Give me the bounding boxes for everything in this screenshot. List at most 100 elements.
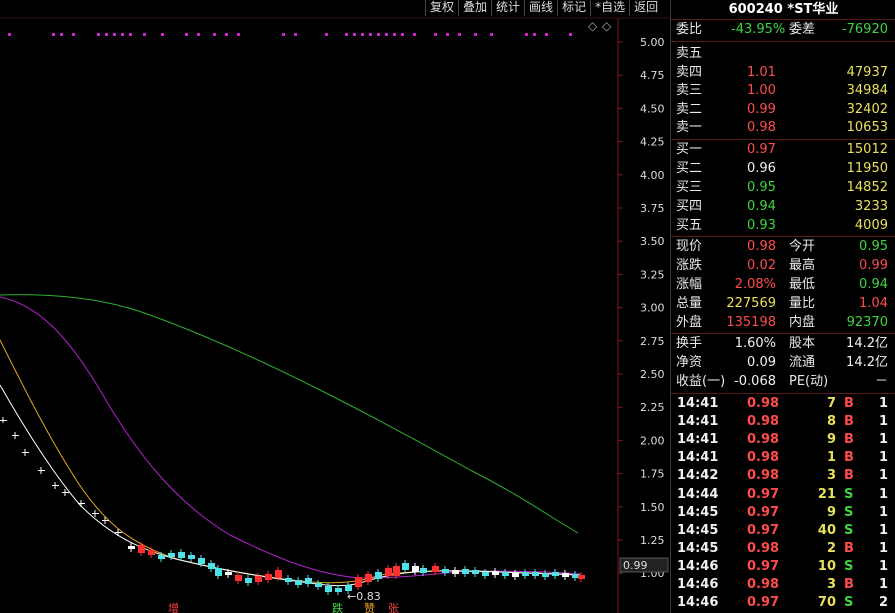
- purple-dot: [353, 33, 356, 36]
- y-tick-label: 3.50: [640, 235, 665, 248]
- toolbar-btn-2[interactable]: 统计: [491, 0, 524, 16]
- purple-dot: [393, 33, 396, 36]
- book-label: 买二: [676, 161, 703, 176]
- candle: [552, 572, 559, 576]
- tick-row: 14:46 0.97 10 S 1: [677, 558, 888, 574]
- candle: [275, 570, 282, 578]
- candle: [255, 576, 262, 582]
- stat2-row: 净资 0.09 流通 14.2亿: [676, 355, 888, 370]
- purple-dot: [401, 33, 404, 36]
- purple-dot: [345, 33, 348, 36]
- candle: [178, 552, 185, 558]
- book-label: 买三: [676, 180, 703, 195]
- purple-dot: [225, 33, 228, 36]
- book-label: 卖一: [676, 120, 703, 136]
- book-price: 0.95: [747, 180, 776, 195]
- y-tick-label: 1.75: [640, 468, 665, 481]
- book-volume: 4009: [854, 218, 888, 233]
- tick-row: 14:44 0.97 21 S 1: [677, 486, 888, 502]
- purple-dot: [105, 33, 108, 36]
- tick-row: 14:45 0.97 40 S 1: [677, 522, 888, 538]
- book-price: 0.99: [747, 101, 776, 117]
- book-price: 0.98: [747, 120, 776, 136]
- weibi-row: 委比 -43.95% 委差 -76920: [676, 22, 888, 37]
- quote-panel: 600240 *ST华业 委比 -43.95% 委差 -76920 卖五 卖四 1.…: [670, 0, 895, 613]
- tick-row: 14:46 0.98 3 B 1: [677, 577, 888, 592]
- purple-dot: [72, 33, 75, 36]
- purple-dot: [413, 33, 416, 36]
- purple-dot: [294, 33, 297, 36]
- book-volume: 32402: [846, 101, 888, 117]
- toolbar-btn-4[interactable]: 标记: [557, 0, 590, 16]
- kline-chart[interactable]: 5.00 4.75 4.50 4.25 4.00 3.75 3.50 3.25 3.00 2.75…: [0, 0, 670, 613]
- candle: [522, 572, 529, 576]
- bottom-tag: 赞: [364, 602, 375, 613]
- toolbar-btn-0[interactable]: 复权: [425, 0, 458, 16]
- purple-dot: [474, 33, 477, 36]
- book-volume: 15012: [846, 142, 888, 157]
- y-tick-label: 2.25: [640, 401, 665, 414]
- toolbar-btn-6[interactable]: 返回: [629, 0, 662, 16]
- candle: [12, 435, 19, 436]
- candle: [128, 546, 135, 549]
- candle: [158, 555, 165, 559]
- book-label: 卖四: [676, 64, 703, 80]
- candle: [542, 573, 549, 577]
- candle: [62, 492, 69, 493]
- book-label: 买五: [676, 218, 703, 233]
- purple-dot: [434, 33, 437, 36]
- tick-row: 14:45 0.98 2 B 1: [677, 540, 888, 556]
- tick-row: 14:46 0.97 70 S 2: [677, 595, 888, 611]
- purple-dot: [8, 33, 11, 36]
- toolbar-btn-1[interactable]: 叠加: [458, 0, 491, 16]
- purple-dot: [52, 33, 55, 36]
- book-price: 1.01: [747, 64, 776, 80]
- candle: [315, 583, 322, 587]
- candle: [92, 513, 99, 514]
- candle: [188, 555, 195, 559]
- candle: [138, 545, 145, 553]
- purple-dot: [143, 33, 146, 36]
- bid-row: 买一 0.97 15012: [671, 140, 895, 159]
- y-tick-label: 2.50: [640, 368, 665, 381]
- toolbar-btn-3[interactable]: 画线: [524, 0, 557, 16]
- toolbar-btn-5[interactable]: *自选: [590, 0, 629, 16]
- purple-dot: [213, 33, 216, 36]
- candle: [502, 572, 509, 576]
- candle: [305, 578, 312, 584]
- purple-dot: [161, 33, 164, 36]
- tick-row: 14:41 0.98 8 B 1: [677, 414, 888, 430]
- y-tick-label: 1.50: [640, 501, 665, 514]
- candle: [420, 568, 427, 573]
- candle: [385, 568, 392, 576]
- bid-row: 买二 0.96 11950: [671, 159, 895, 178]
- candle: [168, 553, 175, 557]
- candle: [38, 470, 45, 471]
- candle: [365, 574, 372, 582]
- purple-dot: [446, 33, 449, 36]
- purple-dot: [545, 33, 548, 36]
- y-tick-label: 4.75: [640, 69, 665, 82]
- book-label: 卖二: [676, 101, 703, 117]
- y-tick-label: 5.00: [640, 36, 665, 49]
- candle: [335, 588, 342, 592]
- bid-row: 买四 0.94 3233: [671, 197, 895, 216]
- bottom-tag: 张: [388, 602, 399, 613]
- candle: [472, 570, 479, 574]
- stat-row: 现价 0.98 今开 0.95: [676, 239, 888, 254]
- book-price: 0.94: [747, 199, 776, 214]
- ask-row: 卖四 1.01 47937: [671, 63, 895, 82]
- candle: [235, 575, 242, 581]
- y-tick-label: 2.75: [640, 335, 665, 348]
- candle: [355, 577, 362, 587]
- purple-dot: [533, 33, 536, 36]
- ask-row: 卖五: [671, 44, 895, 63]
- candle: [102, 520, 109, 521]
- bottom-tag: 增: [168, 601, 179, 613]
- candle: [492, 571, 499, 575]
- diamond-icon: ◇: [588, 19, 598, 33]
- candle: [375, 572, 382, 579]
- purple-dot: [185, 33, 188, 36]
- purple-dot: [60, 33, 63, 36]
- candle: [265, 574, 272, 580]
